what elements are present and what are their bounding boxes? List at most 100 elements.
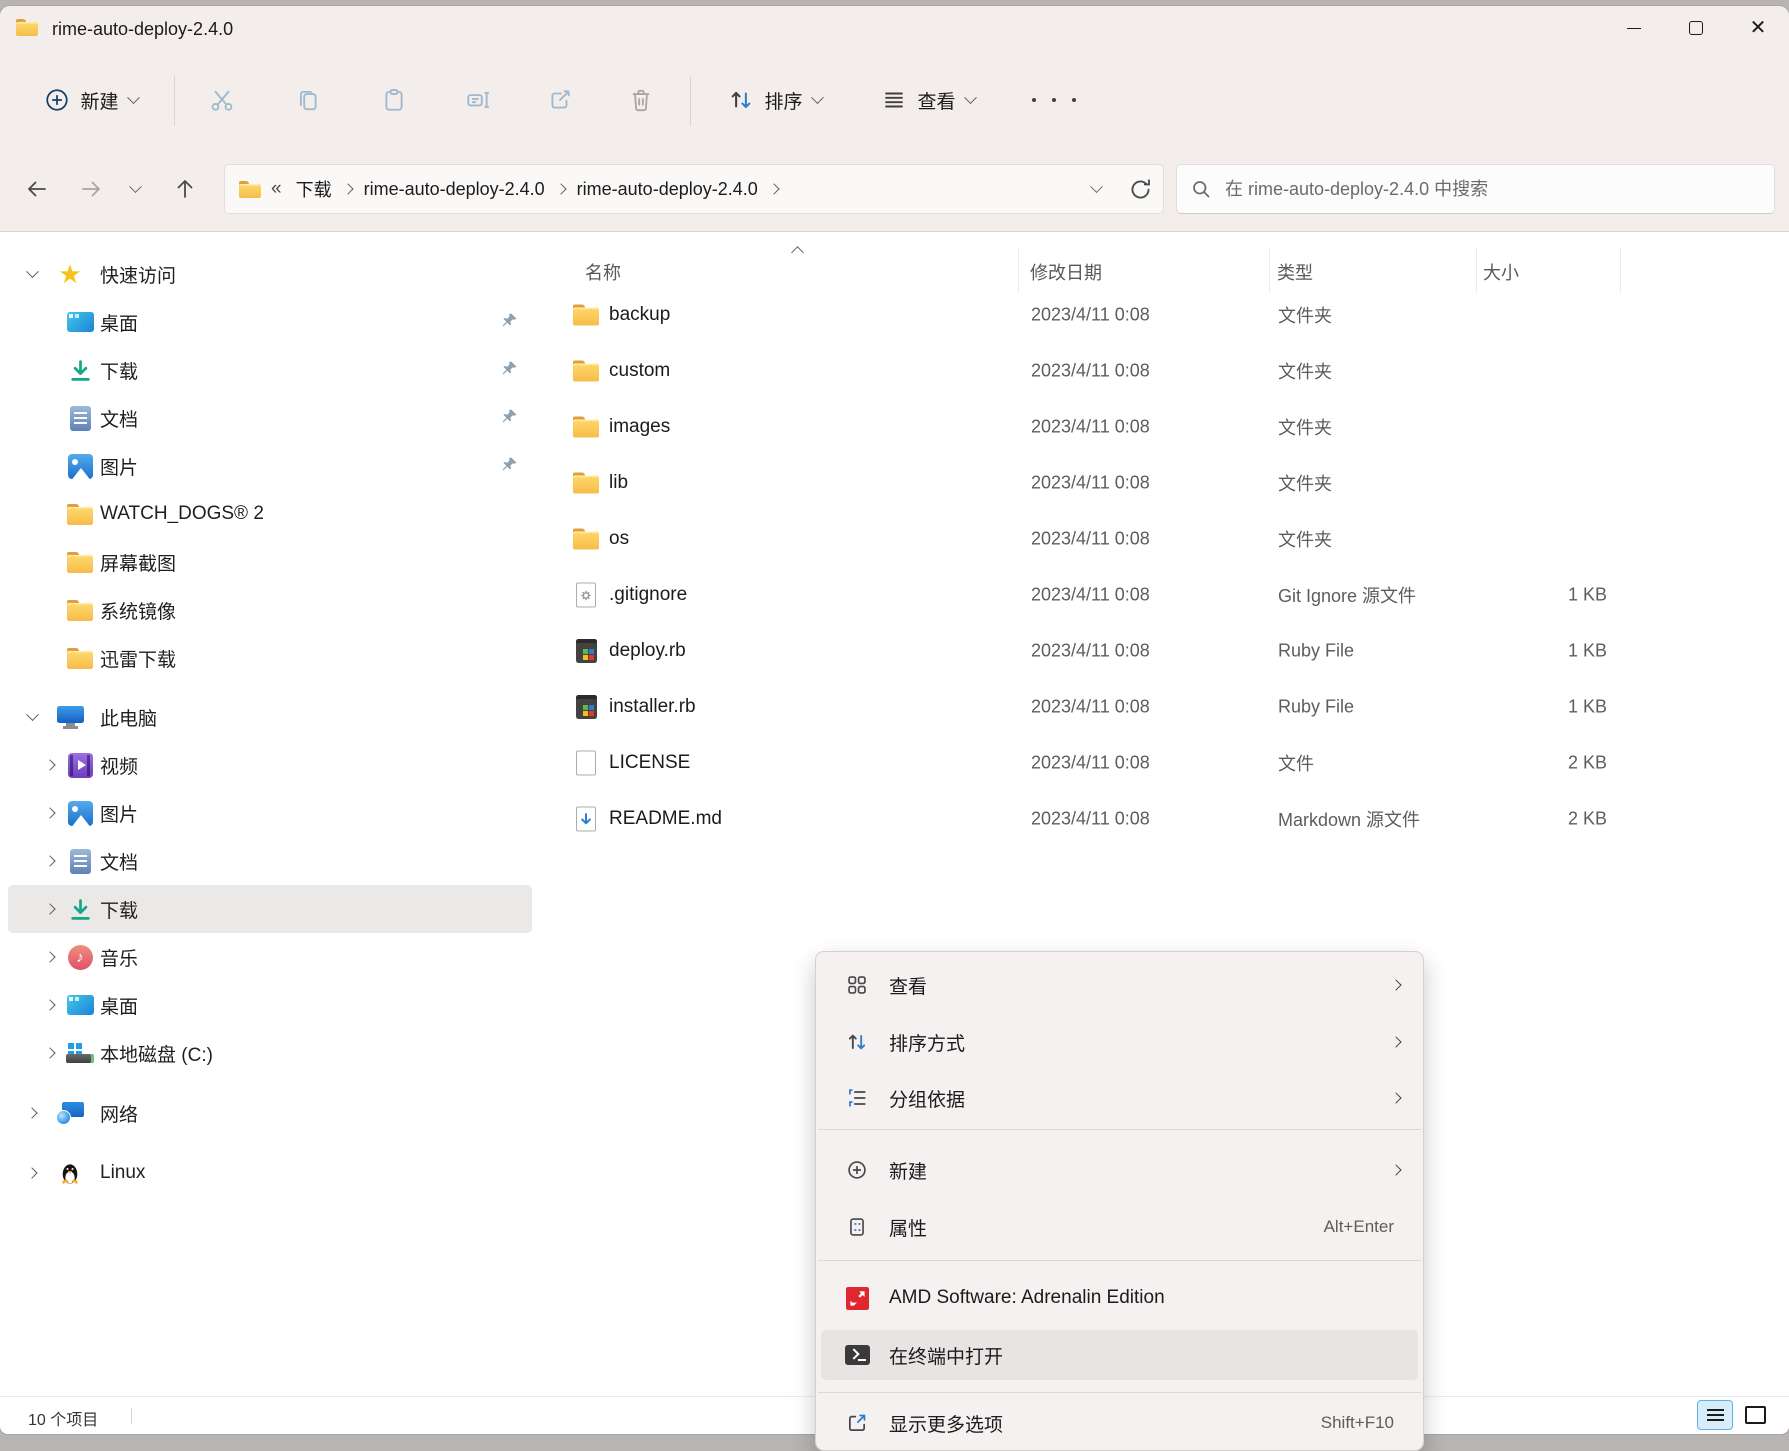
breadcrumb-folder-1[interactable]: rime-auto-deploy-2.4.0 <box>358 175 551 204</box>
back-arrow-icon <box>25 177 49 201</box>
menu-item-group-by[interactable]: 分组依据 <box>821 1073 1418 1123</box>
file-name: lib <box>609 472 628 494</box>
sidebar-item-label: 系统镜像 <box>100 597 176 624</box>
delete-button[interactable] <box>609 70 673 130</box>
file-name: custom <box>609 360 670 382</box>
column-divider[interactable] <box>1476 248 1477 292</box>
view-list-icon <box>881 87 907 113</box>
menu-item-sort-by[interactable]: 排序方式 <box>821 1017 1418 1067</box>
sidebar-item-watch-dogs[interactable]: WATCH_DOGS® 2 <box>8 490 532 538</box>
file-row-images[interactable]: images 2023/4/11 0:08 文件夹 <box>540 401 1779 453</box>
menu-item-new[interactable]: 新建 <box>821 1145 1418 1195</box>
music-icon: ♪ <box>68 945 93 970</box>
sort-icon <box>846 1031 868 1053</box>
more-options-button[interactable] <box>1028 70 1080 130</box>
sidebar-item-network[interactable]: 网络 <box>8 1089 532 1137</box>
cut-button[interactable] <box>190 70 254 130</box>
recent-locations-button[interactable] <box>116 167 154 211</box>
column-divider[interactable] <box>1269 248 1270 292</box>
maximize-icon <box>1689 21 1703 35</box>
column-header-date[interactable]: 修改日期 <box>1030 259 1102 285</box>
sidebar-item-desktop[interactable]: 桌面 <box>8 298 532 346</box>
breadcrumb-bar[interactable]: « 下载 rime-auto-deploy-2.4.0 rime-auto-de… <box>224 164 1164 214</box>
window-title: rime-auto-deploy-2.4.0 <box>52 19 233 40</box>
menu-item-amd-software[interactable]: AMD Software: Adrenalin Edition <box>821 1273 1418 1323</box>
sidebar-item-label: 快速访问 <box>100 261 176 288</box>
sidebar-item-videos[interactable]: 视频 <box>8 741 532 789</box>
menu-item-open-in-terminal[interactable]: 在终端中打开 <box>821 1330 1418 1380</box>
search-box[interactable] <box>1176 164 1775 214</box>
sidebar-item-label: 文档 <box>100 848 138 875</box>
menu-item-view[interactable]: 查看 <box>821 960 1418 1010</box>
forward-button[interactable] <box>69 167 113 211</box>
file-size: 1 KB <box>1480 585 1607 606</box>
address-dropdown-button[interactable] <box>1075 167 1117 211</box>
large-icons-view-button[interactable] <box>1737 1400 1773 1430</box>
breadcrumb-chevron[interactable] <box>344 185 352 193</box>
menu-shortcut: Alt+Enter <box>1324 1217 1394 1237</box>
rename-button[interactable] <box>446 70 510 130</box>
column-divider[interactable] <box>1018 248 1019 292</box>
chevron-right-icon <box>44 855 55 866</box>
sidebar-item-downloads-pc[interactable]: 下载 <box>8 885 532 933</box>
maximize-button[interactable] <box>1665 6 1727 50</box>
up-button[interactable] <box>163 167 207 211</box>
paste-button[interactable] <box>362 70 426 130</box>
file-row-readme-md[interactable]: README.md 2023/4/11 0:08 Markdown 源文件 2 … <box>540 793 1779 845</box>
sort-button[interactable]: 排序 <box>706 70 844 130</box>
file-name: deploy.rb <box>609 640 686 662</box>
document-icon <box>70 849 91 874</box>
close-icon: ✕ <box>1750 18 1767 38</box>
sidebar-item-quick-access[interactable]: ★ 快速访问 <box>8 250 532 298</box>
column-divider[interactable] <box>1620 248 1621 292</box>
column-header-type[interactable]: 类型 <box>1277 259 1313 285</box>
sidebar-item-desktop-pc[interactable]: 桌面 <box>8 981 532 1029</box>
file-name: backup <box>609 304 670 326</box>
sidebar-item-local-disk-c[interactable]: 本地磁盘 (C:) <box>8 1029 532 1077</box>
chevron-right-icon <box>26 1167 37 1178</box>
file-type: Git Ignore 源文件 <box>1278 582 1416 608</box>
sidebar-item-screenshots[interactable]: 屏幕截图 <box>8 538 532 586</box>
file-row-os[interactable]: os 2023/4/11 0:08 文件夹 <box>540 513 1779 565</box>
column-header-size[interactable]: 大小 <box>1483 259 1519 285</box>
file-row-gitignore[interactable]: .gitignore 2023/4/11 0:08 Git Ignore 源文件… <box>540 569 1779 621</box>
sidebar-item-pictures-pc[interactable]: 图片 <box>8 789 532 837</box>
menu-item-show-more-options[interactable]: 显示更多选项 Shift+F10 <box>821 1398 1418 1448</box>
details-view-button[interactable] <box>1697 1400 1733 1430</box>
file-row-installer-rb[interactable]: installer.rb 2023/4/11 0:08 Ruby File 1 … <box>540 681 1779 733</box>
refresh-button[interactable] <box>1117 167 1163 211</box>
share-button[interactable] <box>528 70 592 130</box>
search-input[interactable] <box>1223 178 1760 201</box>
sidebar-item-linux[interactable]: Linux <box>8 1149 532 1197</box>
minimize-button[interactable] <box>1603 6 1665 50</box>
breadcrumb-chevron[interactable] <box>770 185 778 193</box>
back-button[interactable] <box>15 167 59 211</box>
menu-item-properties[interactable]: 属性 Alt+Enter <box>821 1202 1418 1252</box>
file-row-license[interactable]: LICENSE 2023/4/11 0:08 文件 2 KB <box>540 737 1779 789</box>
chevron-right-icon <box>342 183 353 194</box>
sidebar-item-system-images[interactable]: 系统镜像 <box>8 586 532 634</box>
collapsed-crumbs[interactable]: « <box>271 178 282 200</box>
file-row-custom[interactable]: custom 2023/4/11 0:08 文件夹 <box>540 345 1779 397</box>
view-button[interactable]: 查看 <box>860 70 996 130</box>
sidebar-item-thunder-downloads[interactable]: 迅雷下载 <box>8 634 532 682</box>
file-row-lib[interactable]: lib 2023/4/11 0:08 文件夹 <box>540 457 1779 509</box>
new-button[interactable]: 新建 <box>24 70 158 130</box>
breadcrumb-downloads[interactable]: 下载 <box>290 172 338 206</box>
file-name: os <box>609 528 629 550</box>
sidebar-item-pictures[interactable]: 图片 <box>8 442 532 490</box>
sidebar-item-downloads[interactable]: 下载 <box>8 346 532 394</box>
sidebar-item-this-pc[interactable]: 此电脑 <box>8 693 532 741</box>
file-row-deploy-rb[interactable]: deploy.rb 2023/4/11 0:08 Ruby File 1 KB <box>540 625 1779 677</box>
file-row-backup[interactable]: backup 2023/4/11 0:08 文件夹 <box>540 289 1779 341</box>
sidebar-item-documents-pc[interactable]: 文档 <box>8 837 532 885</box>
column-header-name[interactable]: 名称 <box>585 259 621 285</box>
breadcrumb-folder-2[interactable]: rime-auto-deploy-2.4.0 <box>571 175 764 204</box>
close-button[interactable]: ✕ <box>1727 6 1789 50</box>
folder-icon <box>67 600 93 621</box>
details-view-icon <box>1707 1406 1724 1424</box>
sidebar-item-music[interactable]: ♪ 音乐 <box>8 933 532 981</box>
copy-button[interactable] <box>276 70 340 130</box>
breadcrumb-chevron[interactable] <box>557 185 565 193</box>
sidebar-item-documents[interactable]: 文档 <box>8 394 532 442</box>
